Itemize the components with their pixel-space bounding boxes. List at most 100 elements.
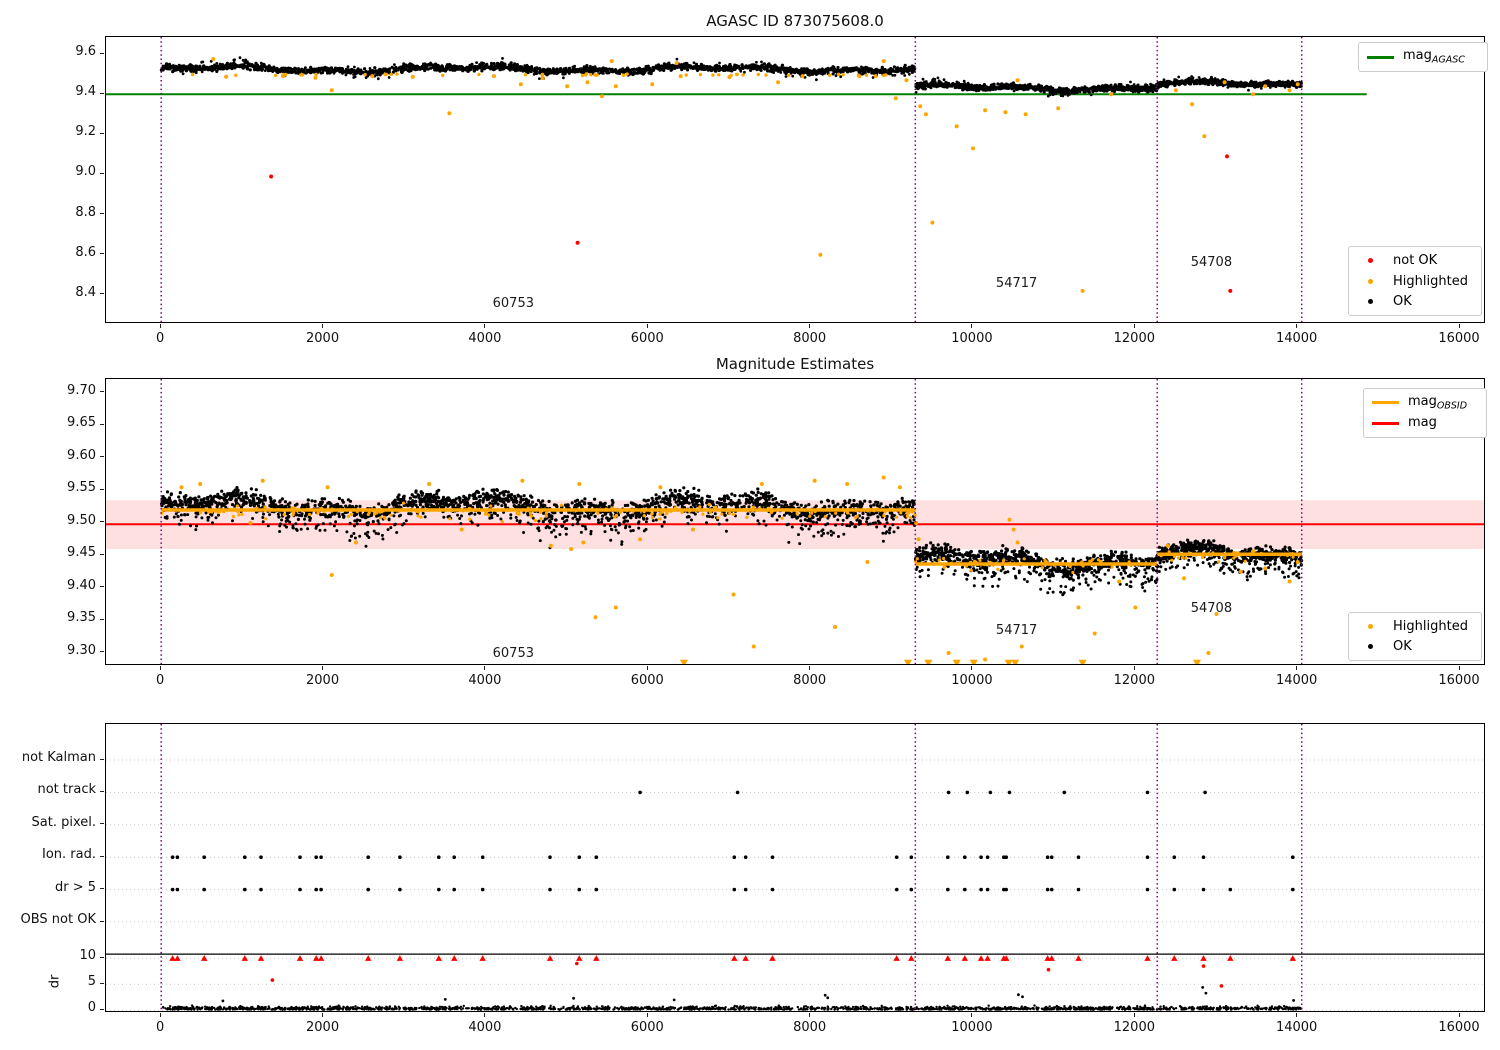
clipped-marker [451,955,458,961]
x-tick-label: 4000 [468,673,502,688]
data-point [638,537,643,542]
obsid-label: 54708 [1190,600,1233,616]
flag-point [259,855,263,859]
flag-point [452,855,457,859]
data-point [1287,88,1292,93]
flag-row-label: OBS not OK [20,912,97,927]
flag-point [909,855,914,859]
mag-agasc-line-sample [1367,55,1394,59]
flag-point [398,855,402,859]
y-tick [100,920,104,922]
flag-row-label: not track [37,782,96,798]
flag-point [202,887,206,892]
x-tick [1296,324,1298,328]
data-point [1228,288,1233,293]
dr-spike [1017,993,1020,997]
flag-point [594,887,599,892]
flag-point [243,887,247,892]
data-point [224,74,229,79]
middle-plot-canvas [106,379,1484,664]
legend-item-ok-2: OK [1357,637,1473,658]
data-point [329,88,334,93]
x-tick-label: 14000 [1275,1020,1318,1035]
clipped-marker [1144,955,1151,961]
data-point [727,75,732,80]
data-point [873,74,878,79]
x-tick [971,1013,973,1017]
x-tick [1296,666,1298,670]
mag-obsid-line-sample [1372,401,1399,404]
data-point [260,478,265,483]
y-tick-label: 9.30 [67,642,96,658]
flag-point [1045,855,1050,859]
dr-spike [443,998,447,1001]
clipped-marker [546,955,554,961]
data-point [751,644,756,649]
data-point [812,478,817,483]
y-tick [100,586,104,588]
flag-point [946,855,950,859]
data-point [818,252,823,257]
figure: AGASC ID 873075608.0 Magnitude Estimates… [0,0,1500,1050]
data-point [1133,605,1138,610]
flag-point [298,855,302,859]
data-point [881,59,886,64]
y-tick-label: 9.35 [67,610,96,626]
bottom-plot-canvas [106,724,1484,1011]
clipped-marker [576,955,583,961]
data-point [581,540,586,545]
x-tick [809,666,811,670]
flag-point [1145,790,1150,795]
x-tick-label: 0 [156,673,165,688]
x-tick-label: 10000 [951,1020,993,1035]
data-point [1263,84,1268,89]
data-point [1202,134,1207,139]
flag-point [175,855,180,859]
clipped-marker [435,955,443,961]
data-point [1295,560,1300,564]
data-point [1165,543,1170,548]
flag-point [1172,887,1177,892]
y-tick [100,982,104,984]
data-point [585,80,590,85]
flag-point [366,855,371,859]
x-tick-label: 0 [156,331,165,346]
ok-marker-sample [1368,299,1373,305]
dr-spike [221,999,225,1003]
dr-red-point [1201,964,1206,968]
x-tick [159,666,161,670]
flag-point [1004,855,1008,859]
y-tick-label: 8.6 [75,244,96,260]
data-point [857,74,862,79]
data-point [613,605,618,610]
flag-point [243,855,247,859]
highlighted-marker-sample-2 [1368,623,1373,629]
data-point [1109,92,1113,97]
data-point [1015,78,1020,83]
mag-obsid-label: magOBSID [1408,393,1468,412]
dr-red-point [1219,984,1224,988]
y-tick [100,213,104,215]
middle-plot-title: Magnitude Estimates [715,355,875,373]
legend-item-highlighted-2: Highlighted [1357,616,1473,637]
flag-point [398,887,402,892]
dr-red-point [270,978,275,982]
clipped-marker [984,955,991,961]
y-tick-label: 9.6 [75,44,96,60]
flag-point [170,887,175,892]
legend-mag-agasc: magAGASC [1358,42,1488,72]
flag-point [480,887,485,892]
flag-point [1045,887,1050,892]
clipped-marker [679,659,688,664]
data-point [1206,651,1211,655]
dr-spike [823,993,827,997]
x-tick [646,1013,648,1017]
data-point [1003,110,1008,115]
flag-point [1203,790,1207,795]
x-tick-label: 8000 [793,673,827,688]
obsid-label: 60753 [492,646,534,662]
flag-point [1007,790,1012,795]
highlighted-marker-sample [1368,278,1373,284]
y-tick-label: 9.60 [67,447,96,463]
dr-tick-label: 5 [87,974,96,990]
